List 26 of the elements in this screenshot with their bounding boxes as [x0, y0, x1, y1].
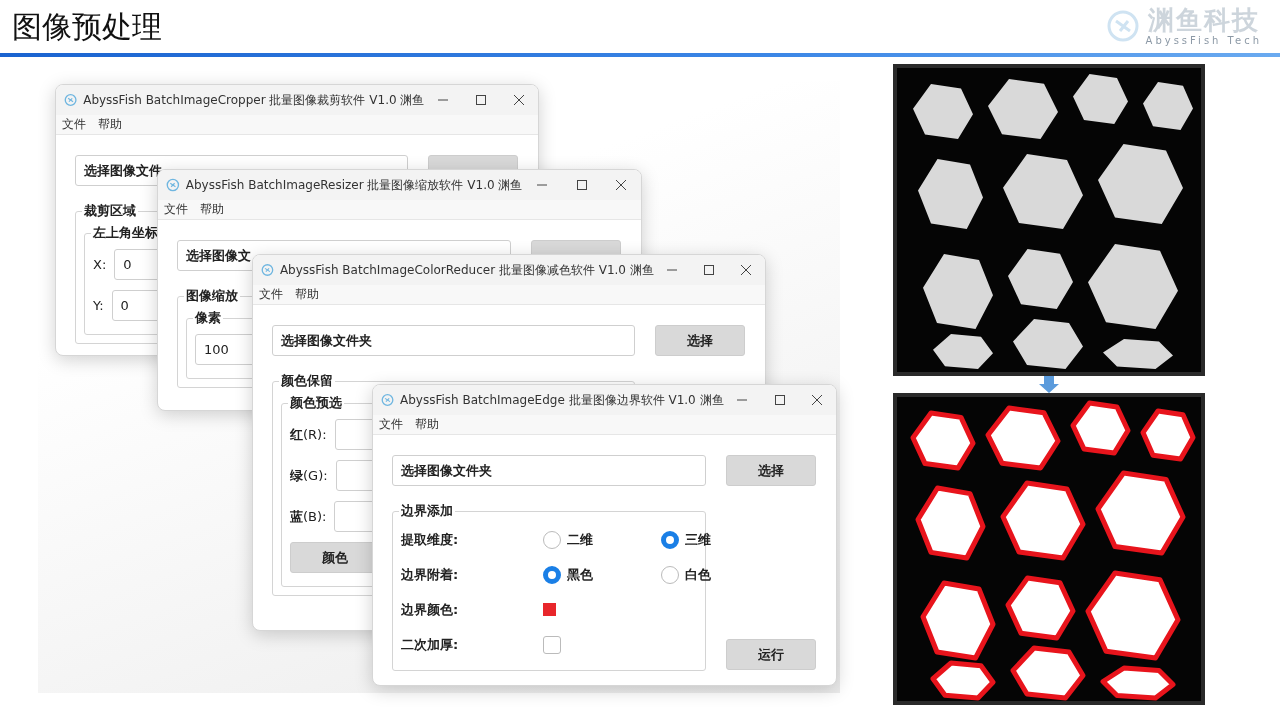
field-label: 蓝(B):: [290, 507, 327, 526]
radio-label: 三维: [685, 530, 711, 549]
slide-title: 图像预处理: [12, 11, 162, 42]
field-label: 红(R):: [290, 425, 327, 444]
logo-tagline: AbyssFish Tech: [1145, 34, 1262, 46]
group-title: 颜色预选: [289, 394, 343, 412]
option-label: 边界颜色:: [401, 600, 460, 619]
window-title: AbyssFish BatchImageColorReducer 批量图像减色软件 V1.0 渊鱼: [279, 261, 654, 279]
field-label: 绿(G):: [290, 466, 328, 485]
window-title: AbyssFish BatchImageEdge 批量图像边界软件 V1.0 渊鱼: [400, 391, 724, 409]
group-title: 左上角坐标: [92, 224, 159, 242]
group-title: 边界添加: [400, 502, 454, 520]
field-label: Y:: [93, 298, 104, 313]
group-title: 像素: [193, 309, 222, 327]
window-title: AbyssFish BatchImageCropper 批量图像裁剪软件 V1.0 渊鱼: [83, 91, 425, 109]
group-title: 裁剪区域: [83, 202, 137, 220]
radio-label: 白色: [685, 565, 711, 584]
radio-label: 二维: [567, 530, 593, 549]
group-title: 颜色保留: [280, 372, 334, 390]
option-label: 二次加厚:: [401, 635, 460, 654]
group-title: 图像缩放: [185, 287, 239, 305]
option-label: 边界附着:: [401, 565, 460, 584]
option-label: 提取维度:: [401, 530, 460, 549]
window-title: AbyssFish BatchImageResizer 批量图像缩放软件 V1.0 渊鱼: [185, 176, 523, 194]
radio-label: 黑色: [567, 565, 593, 584]
field-label: X:: [93, 257, 107, 272]
